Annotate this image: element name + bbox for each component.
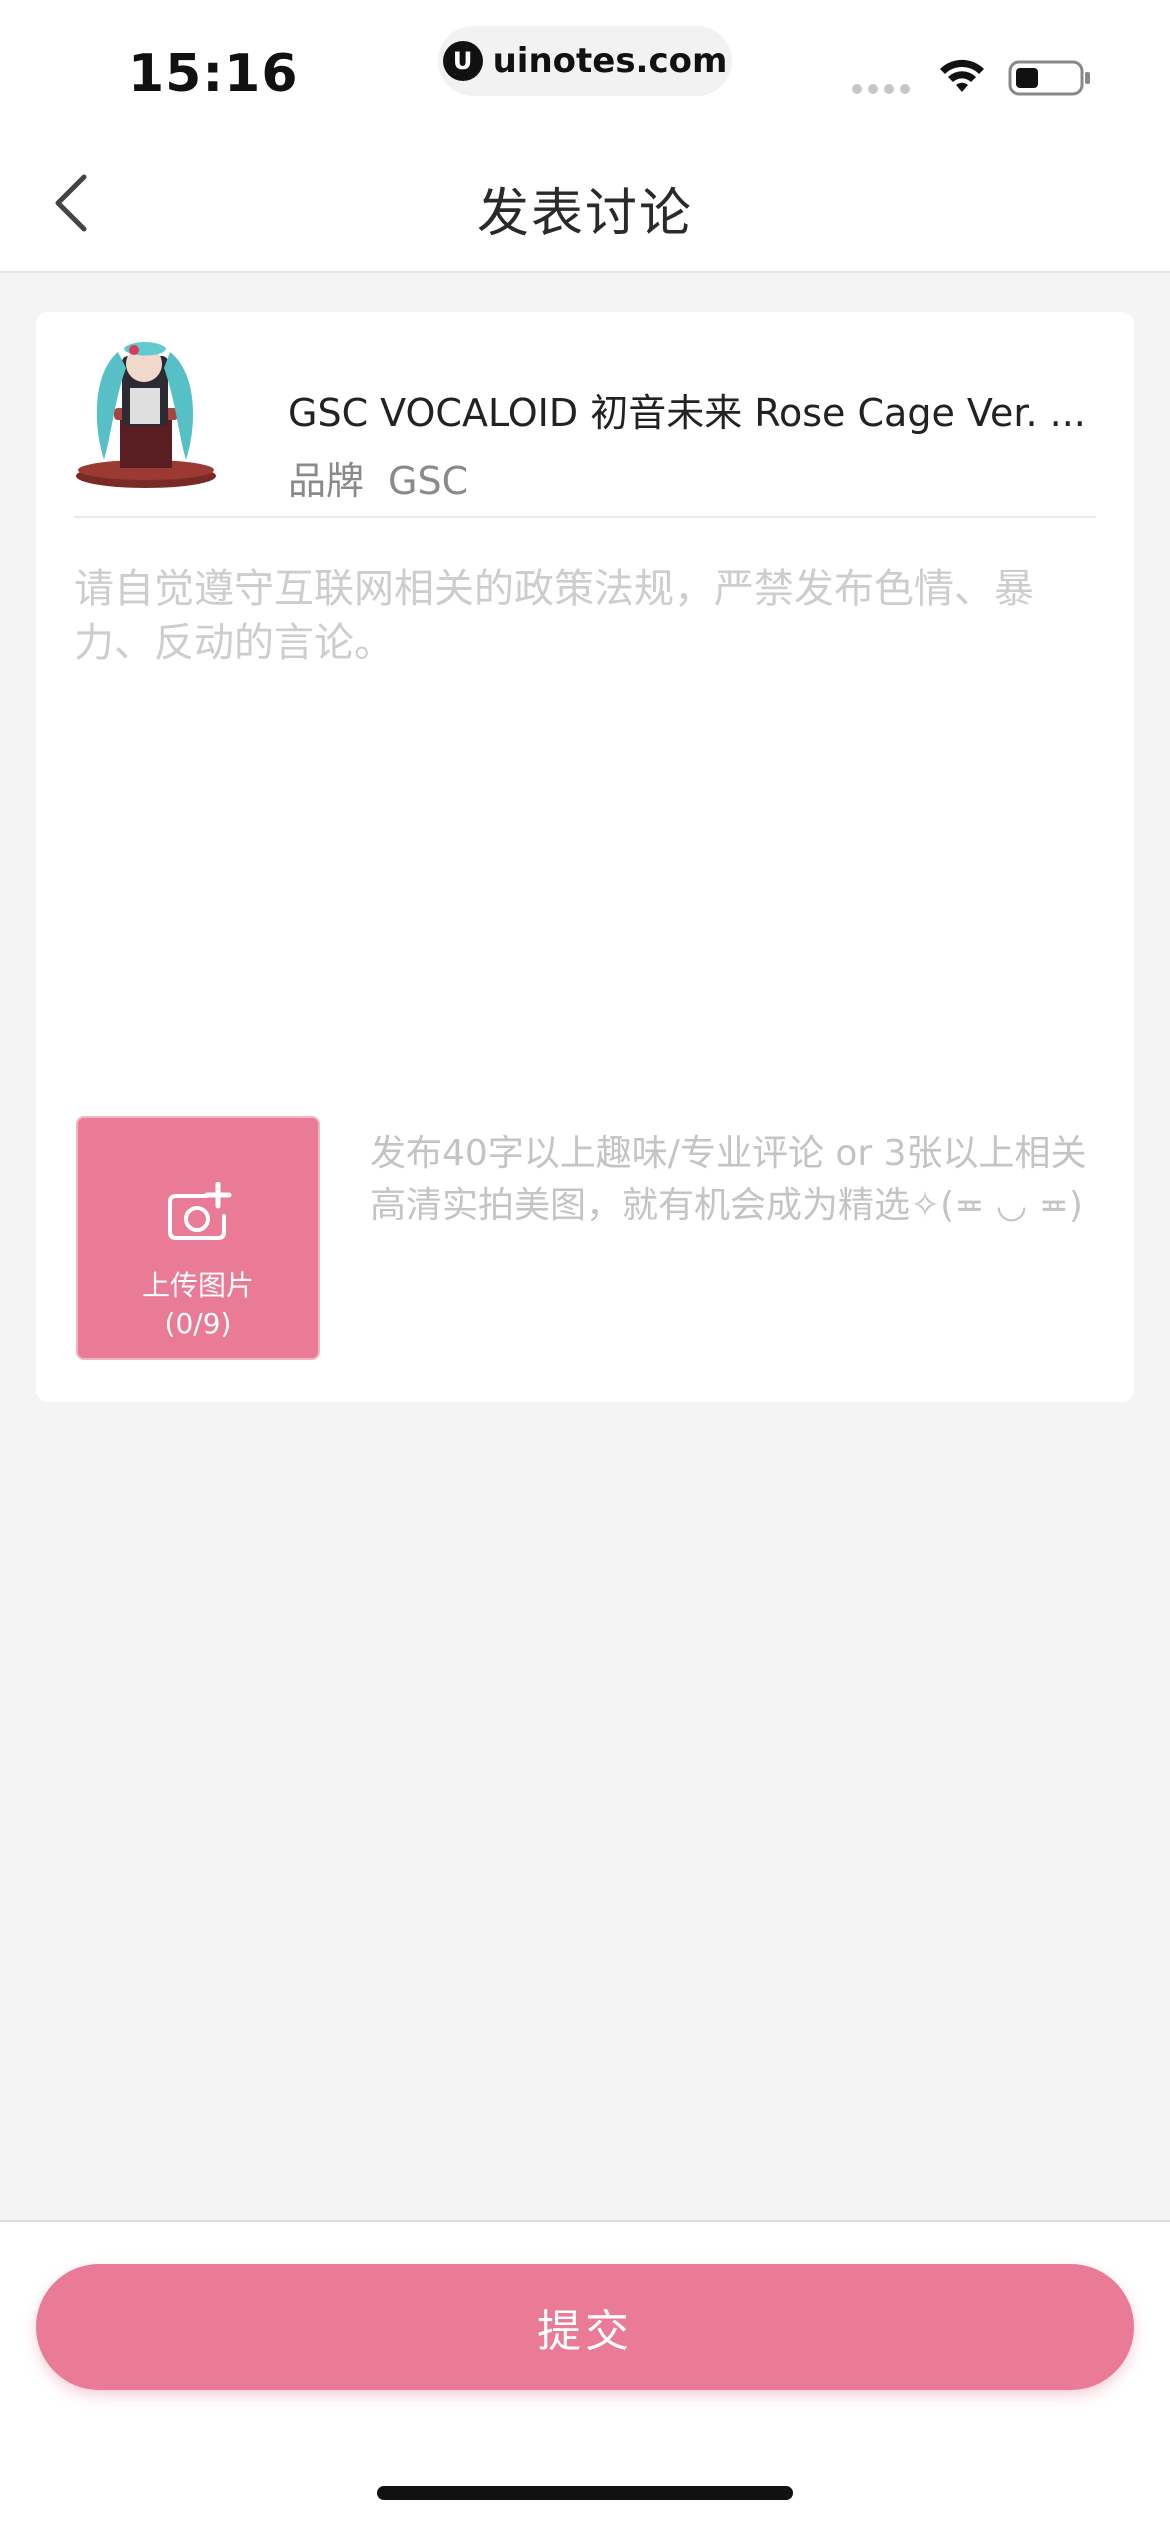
product-thumbnail <box>76 342 216 488</box>
upload-label: 上传图片 <box>141 1269 254 1302</box>
product-row[interactable]: GSC VOCALOID 初音未来 Rose Cage Ver. ... 品牌 G… <box>74 342 1096 518</box>
status-time: 15:16 <box>128 44 299 104</box>
upload-image-button[interactable]: 上传图片 (0/9) <box>76 1116 320 1360</box>
battery-icon <box>1008 60 1090 96</box>
nav-bar: 发表讨论 <box>0 135 1170 273</box>
upload-hint-text: 发布40字以上趣味/专业评论 or 3张以上相关高清实拍美图，就有机会成为精选✧… <box>370 1133 1087 1226</box>
home-indicator <box>377 2486 793 2500</box>
brand-value: GSC <box>388 459 469 503</box>
wifi-icon <box>940 59 984 92</box>
upload-count: (0/9) <box>164 1307 232 1340</box>
url-text: uinotes.com <box>492 41 728 81</box>
url-pill[interactable]: U uinotes.com <box>438 26 732 96</box>
camera-add-icon <box>168 1182 232 1240</box>
signal-dots-icon <box>852 84 910 94</box>
post-card: GSC VOCALOID 初音未来 Rose Cage Ver. ... 品牌 G… <box>36 312 1134 1402</box>
brand-label: 品牌 <box>288 459 365 503</box>
product-brand: 品牌 GSC <box>288 450 468 505</box>
site-logo-icon: U <box>442 41 483 81</box>
page-title: 发表讨论 <box>476 184 693 244</box>
product-title: GSC VOCALOID 初音未来 Rose Cage Ver. ... <box>288 391 1086 435</box>
status-bar: 15:16 U uinotes.com <box>0 0 1170 135</box>
submit-button[interactable]: 提交 <box>36 2264 1134 2390</box>
post-content-input[interactable] <box>74 562 1096 1082</box>
